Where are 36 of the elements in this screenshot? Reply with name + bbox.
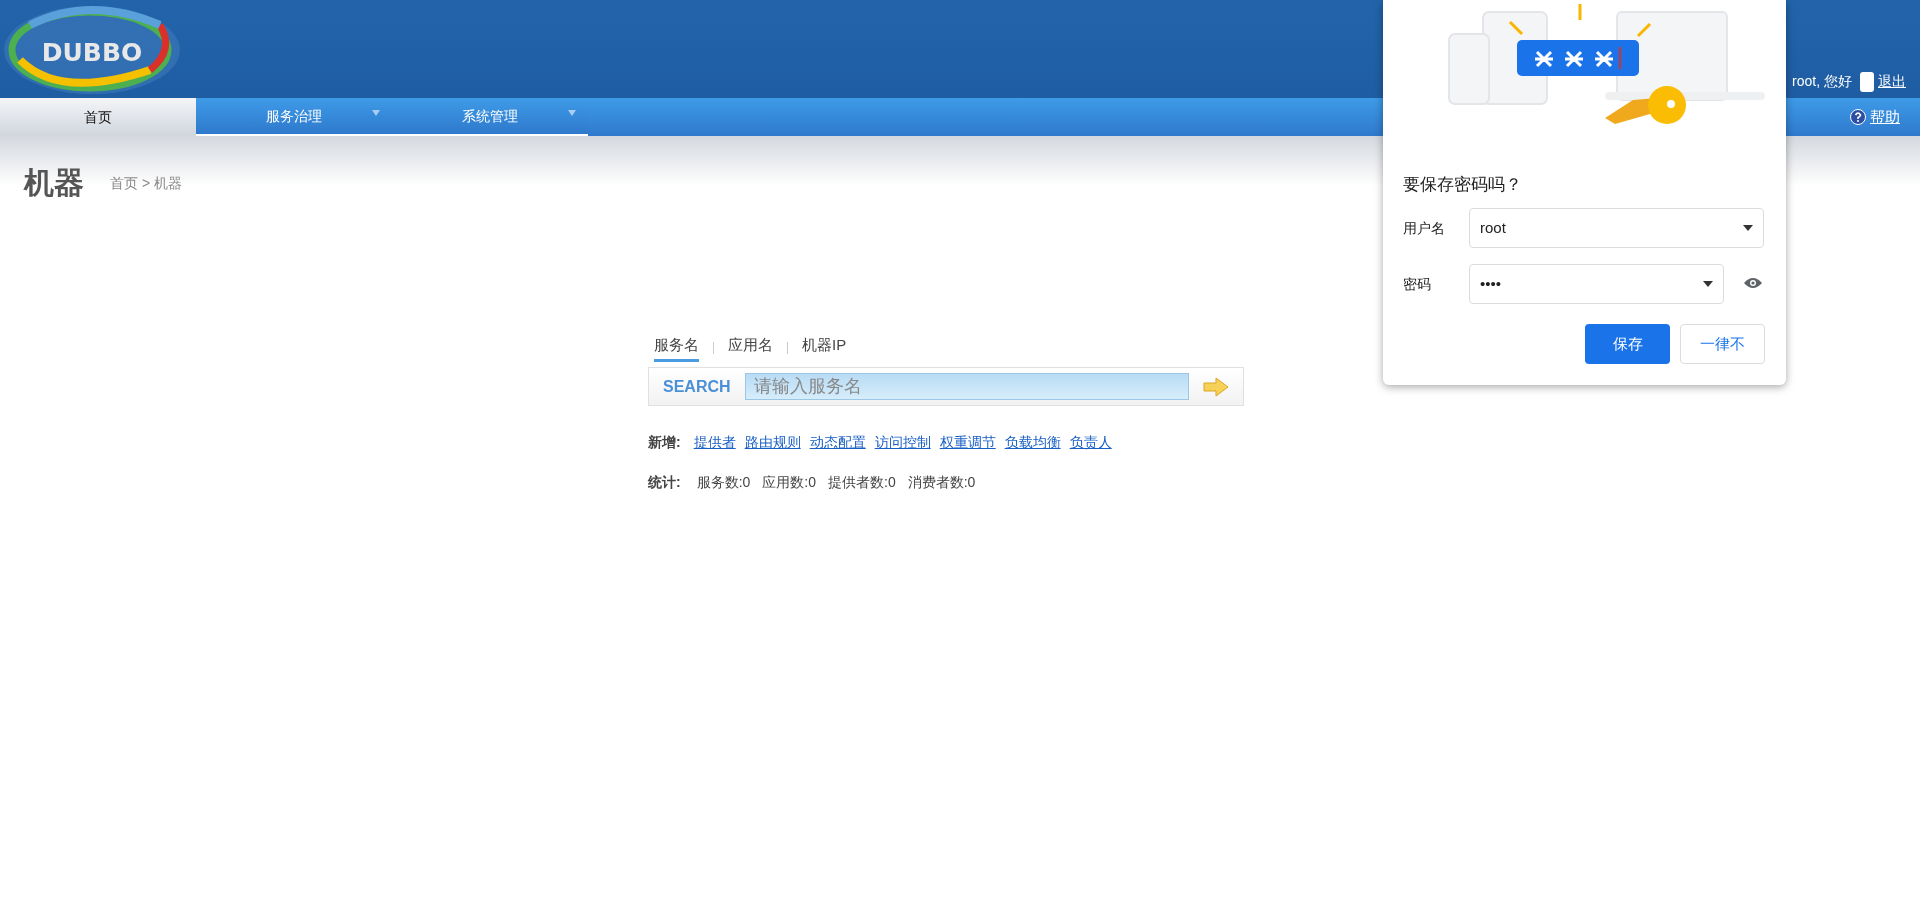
stat-item: 应用数:0	[762, 473, 817, 492]
stat-item: 提供者数:0	[828, 473, 896, 492]
help-link[interactable]: 帮助	[1870, 105, 1900, 129]
search-tab[interactable]: 服务名	[654, 334, 699, 362]
add-label: 新增:	[648, 433, 681, 452]
help-icon	[1850, 109, 1866, 125]
eye-icon[interactable]	[1744, 277, 1762, 289]
add-link[interactable]: 动态配置	[809, 432, 866, 453]
username-label: 用户名	[1403, 219, 1445, 238]
search-field[interactable]: 请输入服务名	[744, 373, 1189, 400]
add-link[interactable]: 提供者	[693, 432, 736, 453]
nav-tab[interactable]: 首页	[0, 98, 196, 136]
add-link[interactable]: 负载均衡	[1004, 432, 1061, 453]
page-title: 机器	[24, 168, 84, 198]
dropdown-icon	[1743, 225, 1753, 231]
search-tab[interactable]: 应用名	[728, 334, 773, 362]
stat-item: 服务数:0	[696, 473, 751, 492]
search-tab[interactable]: 机器IP	[802, 334, 847, 362]
search-label: SEARCH	[663, 376, 731, 397]
add-link[interactable]: 访问控制	[874, 432, 931, 453]
password-label: 密码	[1403, 275, 1431, 294]
logout-link[interactable]: 退出	[1878, 71, 1906, 92]
add-link[interactable]: 权重调节	[939, 432, 996, 453]
breadcrumb: 首页 > 机器	[110, 174, 182, 193]
stat-item: 消费者数:0	[907, 473, 976, 492]
stats-label: 统计:	[648, 473, 681, 492]
user-greeting: root, 您好	[1792, 72, 1852, 91]
dialog-title: 要保存密码吗？	[1403, 174, 1522, 196]
logout-icon	[1860, 71, 1874, 92]
dropdown-icon	[1703, 281, 1713, 287]
password-field[interactable]: ••••	[1469, 264, 1724, 304]
username-field[interactable]: root	[1469, 208, 1764, 248]
add-link[interactable]: 负责人	[1069, 432, 1112, 453]
add-link[interactable]: 路由规则	[744, 432, 801, 453]
save-button[interactable]: 保存	[1585, 324, 1670, 364]
never-button[interactable]: 一律不	[1680, 324, 1765, 364]
